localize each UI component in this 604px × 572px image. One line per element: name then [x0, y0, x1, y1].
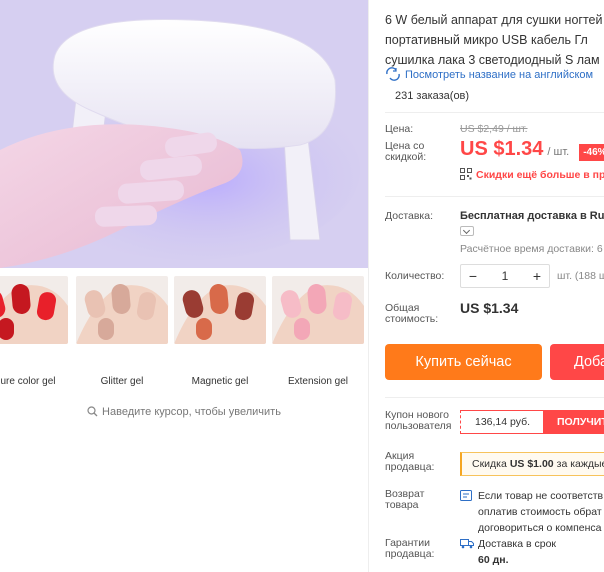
returns-line: оплатив стоимость обрат: [478, 506, 602, 518]
divider: [385, 112, 604, 113]
quantity-input[interactable]: 1: [485, 269, 525, 283]
nail-sample-image: [272, 276, 364, 344]
nail-sample-image: [0, 276, 68, 344]
thumbnail-caption: Extension gel: [287, 376, 349, 387]
get-coupon-button[interactable]: ПОЛУЧИТ: [543, 411, 604, 433]
add-to-cart-button[interactable]: Доба: [550, 344, 604, 380]
guarantee-info: Доставка в срок 60 дн.: [460, 536, 556, 568]
translate-icon: [386, 67, 400, 81]
guarantee-line: Доставка в срок: [478, 538, 557, 550]
price-row: US $1.34 / шт. -46%: [460, 138, 604, 161]
delivery-estimate: Расчётное время доставки: 6: [460, 243, 603, 255]
returns-line: Если товар не соответств: [478, 490, 604, 502]
magnifier-icon: [87, 406, 98, 417]
translate-link-text: Посмотреть название на английском: [405, 69, 594, 81]
thumbnail-caption: ure color gel: [0, 376, 56, 387]
thumbnail-caption: Glitter gel: [100, 376, 144, 387]
discount-badge: -46%: [579, 144, 604, 161]
product-info-panel: 6 W белый аппарат для сушки ногтей порта…: [385, 0, 604, 572]
thumbnail-1[interactable]: ure color gel: [0, 276, 68, 387]
qr-code-icon: [460, 168, 472, 180]
total-label: Общая стоимость:: [385, 302, 439, 325]
new-user-coupon: 136,14 руб. ПОЛУЧИТ: [460, 410, 604, 434]
price-label: Цена:: [385, 123, 414, 135]
quantity-increase-button[interactable]: +: [525, 268, 549, 284]
thumbnail-3[interactable]: Magnetic gel: [174, 276, 266, 387]
divider: [385, 397, 604, 398]
nail-sample-image: [174, 276, 266, 344]
orders-count: 231 заказа(ов): [395, 90, 470, 102]
thumbnail-4[interactable]: Extension gel: [272, 276, 364, 387]
nail-sample-image: [76, 276, 168, 344]
promo-text: Скидка: [472, 458, 507, 470]
quantity-decrease-button[interactable]: −: [461, 268, 485, 284]
returns-label: Возврат товара: [385, 488, 425, 511]
shipping-dropdown-icon[interactable]: [460, 226, 474, 236]
divider: [385, 196, 604, 197]
coupon-label: Купон нового пользователя: [385, 409, 452, 432]
product-title: 6 W белый аппарат для сушки ногтей порта…: [385, 10, 604, 70]
title-line: 6 W белый аппарат для сушки ногтей: [385, 13, 603, 27]
promo-text: за каждые: [556, 458, 604, 470]
returns-info: Если товар не соответств оплатив стоимос…: [460, 488, 604, 536]
cheaper-in-app[interactable]: Скидки ещё больше в при: [460, 168, 604, 181]
column-divider: [368, 0, 369, 572]
quantity-available: шт. (188 ш: [557, 270, 604, 282]
guarantee-days: 60 дн.: [478, 554, 509, 566]
zoom-hint: Наведите курсор, чтобы увеличить: [0, 406, 368, 418]
old-price: US $2,49 / шт.: [460, 123, 528, 135]
quantity-stepper: − 1 +: [460, 264, 550, 288]
cheaper-text: Скидки ещё больше в при: [476, 169, 604, 181]
title-line: портативный микро USB кабель Гл: [385, 33, 588, 47]
quantity-label: Количество:: [385, 270, 445, 282]
total-value: US $1.34: [460, 300, 519, 316]
zoom-hint-text: Наведите курсор, чтобы увеличить: [102, 406, 281, 418]
shipping-label: Доставка:: [385, 210, 434, 222]
thumbnail-strip: ure color gel Glitter gel Magnetic gel E…: [0, 276, 368, 387]
delivery-truck-icon: [460, 539, 474, 549]
nail-lamp-photo: [0, 0, 368, 268]
coupon-amount: 136,14 руб.: [475, 416, 531, 428]
current-price: US $1.34: [460, 138, 544, 160]
main-product-image[interactable]: [0, 0, 368, 268]
seller-promo-label: Акция продавца:: [385, 450, 435, 473]
guarantee-label: Гарантии продавца:: [385, 537, 435, 560]
returns-line: договориться о компенса: [478, 522, 602, 534]
translate-title-link[interactable]: Посмотреть название на английском: [385, 67, 593, 81]
discount-price-label: Цена со скидкой:: [385, 140, 427, 163]
promo-amount: US $1.00: [509, 458, 554, 470]
product-gallery: ure color gel Glitter gel Magnetic gel E…: [0, 0, 368, 572]
buy-now-button[interactable]: Купить сейчас: [385, 344, 542, 380]
seller-promo[interactable]: Скидка US $1.00 за каждые: [460, 452, 604, 476]
thumbnail-2[interactable]: Glitter gel: [76, 276, 168, 387]
price-unit: / шт.: [547, 146, 570, 158]
return-icon: [460, 490, 472, 501]
thumbnail-caption: Magnetic gel: [191, 376, 249, 387]
shipping-value: Бесплатная доставка в Rus: [460, 210, 604, 222]
